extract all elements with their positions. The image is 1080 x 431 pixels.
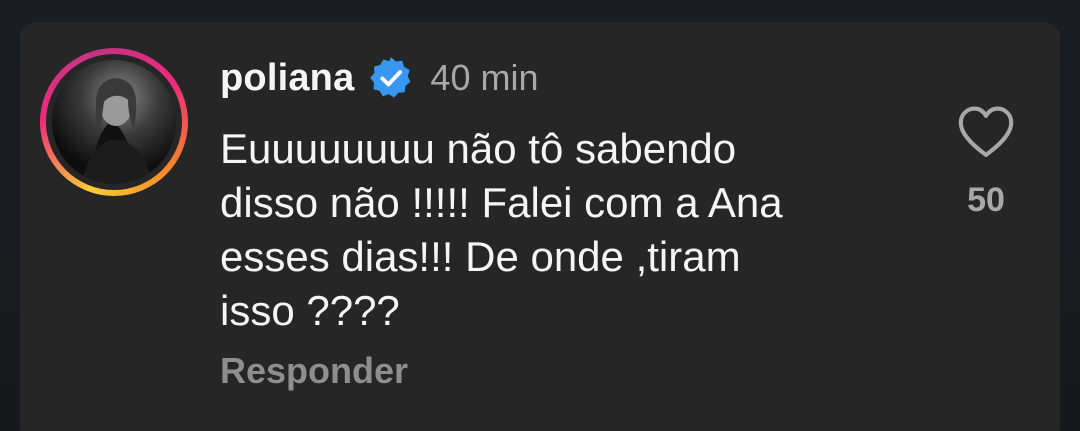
avatar-story-ring[interactable]	[40, 48, 188, 196]
verified-badge-icon	[370, 57, 411, 98]
username-link[interactable]: poliana	[220, 57, 354, 100]
like-count: 50	[967, 181, 1005, 219]
avatar[interactable]	[52, 60, 176, 184]
page: poliana 40 min Euuuuuuuu não tô sabendo …	[0, 0, 1080, 431]
reply-button[interactable]: Responder	[220, 350, 408, 392]
avatar-photo	[82, 78, 152, 184]
like-section: 50	[950, 105, 1022, 220]
comment-header: poliana 40 min	[220, 52, 538, 104]
heart-outline-icon[interactable]	[957, 105, 1015, 159]
comment-timestamp: 40 min	[430, 57, 539, 98]
comment-text: Euuuuuuuu não tô sabendo disso não !!!!!…	[220, 125, 783, 334]
